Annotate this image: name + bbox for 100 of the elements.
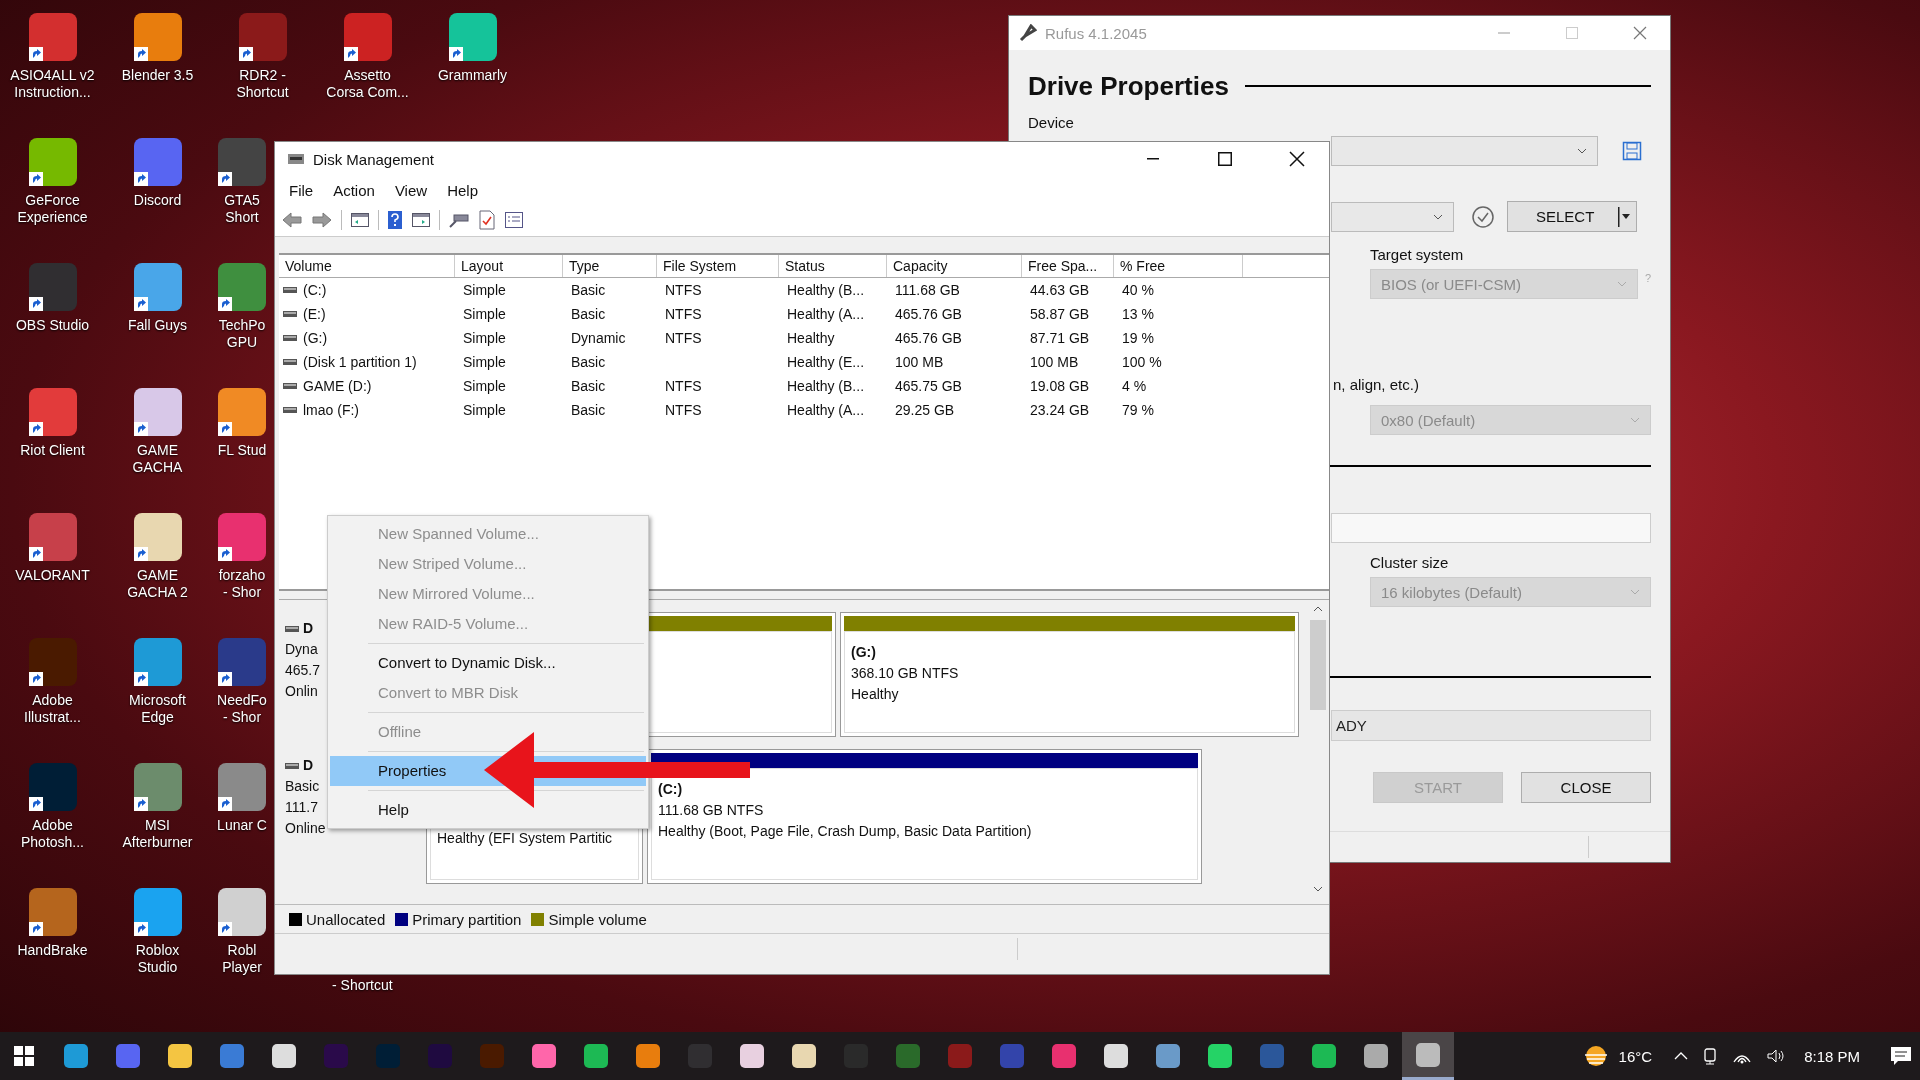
chevron-down-icon — [1577, 148, 1587, 154]
drive-connect-icon[interactable] — [448, 211, 470, 229]
app-tile-icon[interactable] — [238, 13, 287, 61]
column-header[interactable]: Free Spa... — [1022, 255, 1114, 277]
table-cell: 40 % — [1122, 282, 1154, 298]
partition-info: Healthy (Boot, Page File, Crash Dump, Basic Data Partition) — [658, 822, 1033, 841]
usb-stick-icon — [1019, 24, 1037, 42]
app-tile-icon[interactable] — [28, 638, 77, 686]
menu-item[interactable]: Action — [323, 181, 385, 199]
partition-block[interactable]: (G:) 368.10 GB NTFS Healthy — [840, 612, 1299, 737]
caret-up-icon[interactable] — [1674, 1051, 1689, 1061]
icon-label: ASIO4ALL v2 Instruction... — [10, 67, 95, 101]
close-button[interactable]: CLOSE — [1521, 772, 1651, 803]
partition-block[interactable]: (C:) 111.68 GB NTFS Healthy (Boot, Page File, Crash Dump, Basic Data Partition) — [647, 749, 1202, 884]
app-tile-icon[interactable] — [343, 13, 392, 61]
column-header[interactable]: Type — [563, 255, 657, 277]
device-icon[interactable] — [1702, 1047, 1719, 1065]
table-cell: 29.25 GB — [895, 402, 955, 418]
app-tile-icon[interactable] — [218, 388, 266, 436]
back-arrow-icon[interactable] — [281, 211, 303, 229]
table-cell: (C:) — [303, 282, 327, 298]
icon-label: FL Stud — [217, 442, 267, 459]
drive-icon — [285, 762, 299, 769]
panel-icon[interactable] — [411, 211, 431, 229]
column-header[interactable]: Status — [779, 255, 887, 277]
app-tile-icon[interactable] — [218, 513, 266, 561]
volume-label-field[interactable] — [1331, 513, 1651, 543]
table-cell: 79 % — [1122, 402, 1154, 418]
app-tile-icon[interactable] — [218, 763, 266, 811]
table-cell: (E:) — [303, 306, 326, 322]
caret-icon — [1618, 204, 1630, 229]
volume-icon[interactable] — [1766, 1048, 1787, 1064]
table-cell: 111.68 GB — [895, 282, 960, 298]
checklist-icon[interactable] — [478, 210, 496, 230]
table-cell: 465.76 GB — [895, 306, 962, 322]
icon-label: OBS Studio — [15, 317, 90, 334]
app-tile-icon[interactable] — [218, 263, 266, 311]
notification-icon[interactable] — [1890, 1046, 1912, 1066]
icon-label: Fall Guys — [127, 317, 188, 334]
app-tile-icon[interactable] — [133, 388, 182, 436]
chevron-down-icon[interactable] — [1313, 886, 1323, 892]
drive-icon — [283, 407, 297, 413]
icon-label: Grammarly — [437, 67, 508, 84]
menu-item[interactable]: Help — [330, 795, 646, 825]
table-cell: Dynamic — [571, 330, 626, 346]
table-cell: 100 MB — [1030, 354, 1079, 370]
menu-item[interactable]: View — [384, 181, 438, 199]
app-tile-icon[interactable] — [28, 763, 77, 811]
table-cell: 19 % — [1122, 330, 1154, 346]
menu-item[interactable]: File — [279, 181, 324, 199]
field-label: Target system — [1370, 246, 1465, 263]
help-icon[interactable] — [387, 210, 403, 230]
menu-item[interactable]: Help — [437, 181, 488, 199]
column-header[interactable]: % Free — [1114, 255, 1243, 277]
clock[interactable]: 8:18 PM — [1804, 1047, 1860, 1065]
app-tile-icon[interactable] — [448, 13, 497, 61]
icon-label: RDR2 - Shortcut — [236, 67, 289, 101]
windows-logo-icon[interactable] — [14, 1046, 34, 1066]
table-cell: Healthy (E... — [787, 354, 865, 370]
scrollbar-thumb[interactable] — [1310, 620, 1326, 710]
checkmark-circle-icon[interactable] — [1471, 204, 1495, 229]
app-tile-icon[interactable] — [28, 138, 77, 186]
status-bar: ADY — [1331, 710, 1651, 741]
table-cell: GAME (D:) — [303, 378, 372, 394]
icon-label: Robl Player — [222, 942, 262, 976]
chevron-down-icon — [1630, 417, 1640, 423]
table-cell: 100 % — [1122, 354, 1162, 370]
table-cell: Simple — [463, 282, 506, 298]
app-tile-icon[interactable] — [133, 263, 182, 311]
app-tile-icon[interactable] — [218, 138, 266, 186]
app-tile-icon[interactable] — [28, 888, 77, 936]
app-tile-icon[interactable] — [28, 13, 77, 61]
app-tile-icon[interactable] — [28, 388, 77, 436]
app-tile-icon[interactable] — [133, 513, 182, 561]
column-header[interactable]: File System — [657, 255, 779, 277]
list-icon[interactable] — [504, 211, 524, 229]
table-cell: lmao (F:) — [303, 402, 359, 418]
temperature[interactable]: 16°C — [1618, 1047, 1653, 1065]
app-tile-icon[interactable] — [133, 13, 182, 61]
save-icon[interactable] — [1622, 141, 1642, 161]
app-tile-icon[interactable] — [133, 888, 182, 936]
column-header[interactable]: Layout — [455, 255, 563, 277]
app-tile-icon[interactable] — [133, 138, 182, 186]
app-tile-icon[interactable] — [218, 888, 266, 936]
app-tile-icon[interactable] — [133, 763, 182, 811]
select-button[interactable]: SELECT — [1507, 201, 1637, 232]
disk-info: 465.7 — [285, 661, 321, 680]
menu-item[interactable]: Convert to Dynamic Disk... — [330, 648, 646, 678]
forward-arrow-icon[interactable] — [311, 211, 333, 229]
column-header[interactable]: Capacity — [887, 255, 1022, 277]
panel-icon[interactable] — [350, 211, 370, 229]
app-tile-icon[interactable] — [133, 638, 182, 686]
column-header[interactable]: Volume — [279, 255, 455, 277]
app-tile-icon[interactable] — [218, 638, 266, 686]
chevron-up-icon[interactable] — [1313, 606, 1323, 612]
table-cell: NTFS — [665, 306, 702, 322]
app-tile-icon[interactable] — [28, 513, 77, 561]
icon-label: Lunar C — [217, 817, 267, 834]
app-tile-icon[interactable] — [28, 263, 77, 311]
window-title: Rufus 4.1.2045 — [1045, 24, 1147, 42]
